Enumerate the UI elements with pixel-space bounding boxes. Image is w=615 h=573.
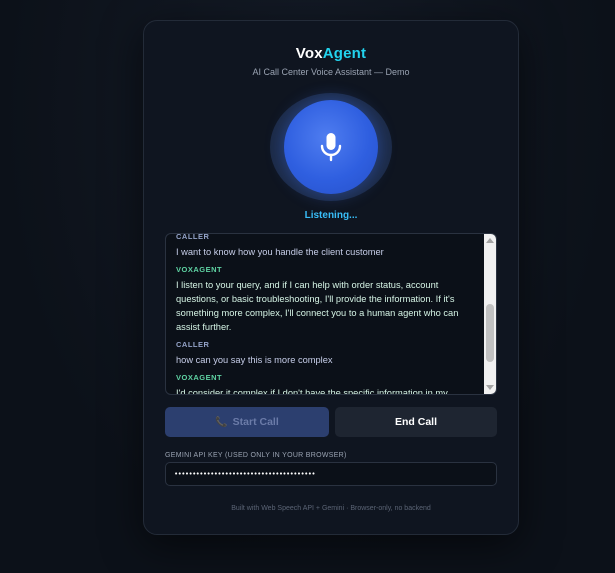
mic-halo [270,93,392,201]
message-text: I listen to your query, and if I can hel… [176,280,459,332]
transcript-panel[interactable]: CALLER I want to know how you handle the… [165,233,497,395]
message-speaker: CALLER [176,340,210,349]
scroll-thumb[interactable] [486,304,494,362]
message-speaker: CALLER [176,233,210,241]
phone-icon: 📞 [215,416,228,428]
start-call-button[interactable]: 📞 Start Call [165,407,329,437]
message-speaker: VOXAGENT [176,265,223,274]
footer-text: Built with Web Speech API + Gemini · Bro… [231,505,431,512]
mic-button[interactable] [284,100,378,194]
transcript-message: VOXAGENT I'd consider it complex if I do… [176,373,480,395]
app-title-main: Vox [295,45,323,62]
start-call-label: Start Call [232,416,279,428]
transcript-message: CALLER I want to know how you handle the… [176,233,480,259]
voice-agent-card: VoxAgent AI Call Center Voice Assistant … [143,20,519,535]
api-key-label: GEMINI API KEY (USED ONLY IN YOUR BROWSE… [165,452,347,459]
end-call-label: End Call [394,416,437,428]
listening-status: Listening... [304,210,358,221]
transcript-message: VOXAGENT I listen to your query, and if … [176,265,480,334]
message-text: I'd consider it complex if I don't have … [176,388,448,395]
scroll-down-arrow-icon[interactable] [486,385,494,390]
transcript-scrollbar[interactable] [484,234,496,394]
scroll-up-arrow-icon[interactable] [486,238,494,243]
app-subtitle: AI Call Center Voice Assistant — Demo [252,67,410,77]
end-call-button[interactable]: End Call [335,407,497,437]
message-speaker: VOXAGENT [176,373,223,382]
microphone-icon [320,133,342,162]
transcript-message: CALLER how can you say this is more comp… [176,340,480,367]
app-title-accent: Agent [322,45,367,62]
message-text: I want to know how you handle the client… [176,247,384,257]
app-title: VoxAgent [144,45,518,62]
transcript-content: CALLER I want to know how you handle the… [176,233,480,395]
message-text: how can you say this is more complex [176,355,333,365]
api-key-input[interactable]: ••••••••••••••••••••••••••••••••••••••• [165,462,497,486]
